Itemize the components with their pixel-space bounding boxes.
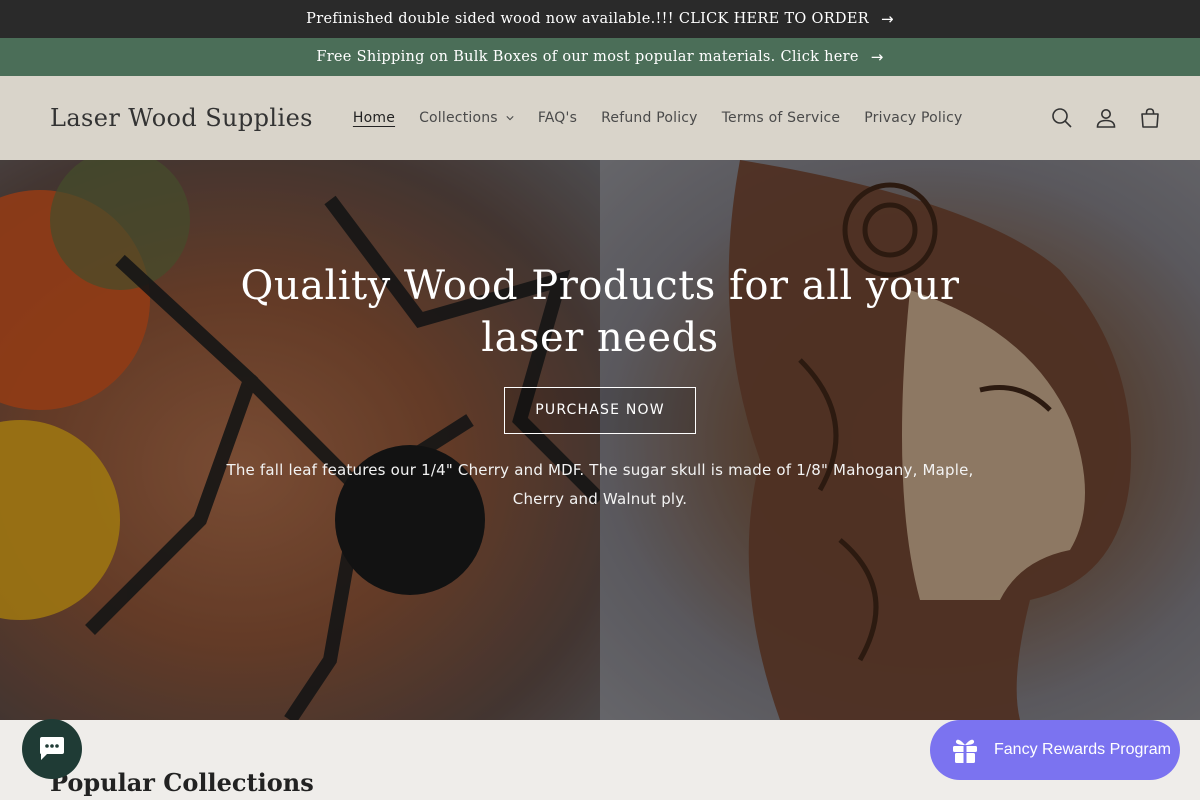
- chevron-down-icon: [506, 116, 514, 121]
- search-icon[interactable]: [1050, 106, 1074, 130]
- nav-item-label: Refund Policy: [601, 110, 698, 126]
- hero-description: The fall leaf features our 1/4" Cherry a…: [226, 461, 974, 508]
- nav-item-label: Collections: [419, 110, 498, 126]
- announcement-text-2: Free Shipping on Bulk Boxes of our most …: [316, 49, 859, 65]
- cart-icon[interactable]: [1138, 106, 1162, 130]
- announcement-bar-1[interactable]: Prefinished double sided wood now availa…: [0, 0, 1200, 38]
- main-nav: Home Collections FAQ's Refund Policy Ter…: [341, 110, 975, 126]
- nav-item-refund-policy[interactable]: Refund Policy: [589, 110, 710, 126]
- hero-banner: Quality Wood Products for all your laser…: [0, 160, 1200, 720]
- chat-icon: [40, 737, 64, 760]
- announcement-text-1: Prefinished double sided wood now availa…: [306, 11, 869, 27]
- nav-item-privacy-policy[interactable]: Privacy Policy: [852, 110, 974, 126]
- hero-title: Quality Wood Products for all your laser…: [240, 263, 960, 361]
- gift-icon: [953, 739, 977, 763]
- arrow-right-icon: →: [880, 10, 894, 28]
- account-icon[interactable]: [1094, 106, 1118, 130]
- rewards-launcher-button[interactable]: Fancy Rewards Program: [930, 720, 1180, 780]
- nav-item-home[interactable]: Home: [341, 110, 407, 126]
- rewards-label: Fancy Rewards Program: [994, 741, 1171, 758]
- nav-item-label: Home: [352, 110, 396, 126]
- announcement-bar-2[interactable]: Free Shipping on Bulk Boxes of our most …: [0, 38, 1200, 76]
- section-title-popular-collections: Popular Collections: [50, 768, 314, 797]
- nav-item-terms-of-service[interactable]: Terms of Service: [710, 110, 853, 126]
- hero-content: Quality Wood Products for all your laser…: [0, 260, 1200, 514]
- nav-item-collections[interactable]: Collections: [407, 110, 526, 126]
- nav-item-label: Privacy Policy: [864, 110, 963, 126]
- nav-item-label: Terms of Service: [721, 110, 841, 126]
- arrow-right-icon: →: [870, 48, 884, 66]
- chat-button[interactable]: [22, 719, 82, 779]
- header-icons: [1050, 76, 1162, 160]
- purchase-now-button[interactable]: PURCHASE NOW: [504, 387, 696, 434]
- nav-item-label: FAQ's: [537, 110, 578, 126]
- nav-item-faqs[interactable]: FAQ's: [526, 110, 589, 126]
- site-header: Laser Wood Supplies Home Collections FAQ…: [0, 76, 1200, 160]
- site-logo[interactable]: Laser Wood Supplies: [50, 104, 313, 132]
